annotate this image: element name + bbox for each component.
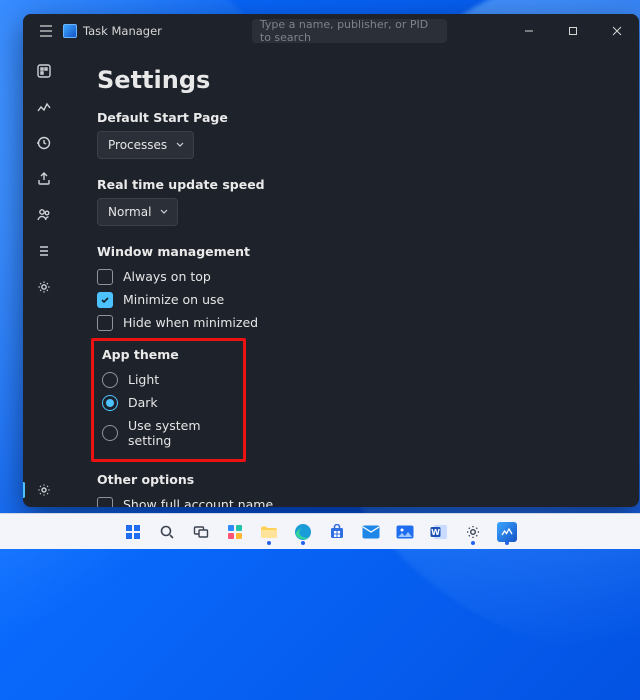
window-controls [507, 14, 639, 48]
checkbox-full-account[interactable]: Show full account name [97, 493, 611, 507]
checkbox-icon [97, 292, 113, 308]
checkbox-minimize-on-use[interactable]: Minimize on use [97, 288, 611, 311]
nav-details[interactable] [27, 234, 61, 268]
app-title: Task Manager [83, 24, 162, 38]
search-placeholder: Type a name, publisher, or PID to search [260, 18, 439, 44]
titlebar: Task Manager Type a name, publisher, or … [23, 14, 639, 48]
close-button[interactable] [595, 14, 639, 48]
taskbar-store[interactable] [322, 517, 352, 547]
minimize-button[interactable] [507, 14, 551, 48]
checkbox-always-on-top[interactable]: Always on top [97, 265, 611, 288]
page-title: Settings [97, 66, 611, 94]
radio-label: Light [128, 372, 159, 387]
label-app-theme: App theme [102, 347, 235, 362]
chevron-down-icon [159, 205, 169, 219]
maximize-button[interactable] [551, 14, 595, 48]
app-icon [63, 24, 77, 38]
radio-theme-system[interactable]: Use system setting [102, 414, 235, 451]
taskbar-task-view[interactable] [186, 517, 216, 547]
checkbox-icon [97, 497, 113, 508]
nav-processes[interactable] [27, 54, 61, 88]
dropdown-default-start[interactable]: Processes [97, 131, 194, 159]
radio-label: Use system setting [128, 418, 235, 448]
checkbox-icon [97, 269, 113, 285]
taskbar-mail[interactable] [356, 517, 386, 547]
widgets-icon [225, 522, 245, 542]
taskbar-photos[interactable] [390, 517, 420, 547]
mail-icon [361, 522, 381, 542]
taskbar-edge[interactable] [288, 517, 318, 547]
taskbar-widgets[interactable] [220, 517, 250, 547]
search-input[interactable]: Type a name, publisher, or PID to search [252, 19, 447, 43]
radio-icon [102, 372, 118, 388]
radio-icon [102, 425, 118, 441]
nav-performance[interactable] [27, 90, 61, 124]
explorer-icon [259, 522, 279, 542]
chevron-down-icon [175, 138, 185, 152]
task-view-icon [191, 522, 211, 542]
hamburger-menu-button[interactable] [31, 16, 61, 46]
checkbox-label: Show full account name [123, 497, 273, 507]
label-default-start: Default Start Page [97, 110, 611, 125]
annotation-highlight: App theme Light Dark Use system setting [91, 338, 246, 462]
label-window-mgmt: Window management [97, 244, 611, 259]
edge-icon [293, 522, 313, 542]
nav-users[interactable] [27, 198, 61, 232]
taskbar: W [0, 513, 640, 549]
nav-app-history[interactable] [27, 126, 61, 160]
checkbox-label: Minimize on use [123, 292, 224, 307]
label-update-speed: Real time update speed [97, 177, 611, 192]
label-other-options: Other options [97, 472, 611, 487]
taskbar-search[interactable] [152, 517, 182, 547]
radio-theme-light[interactable]: Light [102, 368, 235, 391]
taskbar-explorer[interactable] [254, 517, 284, 547]
taskbar-start[interactable] [118, 517, 148, 547]
nav-startup-apps[interactable] [27, 162, 61, 196]
dropdown-update-speed[interactable]: Normal [97, 198, 178, 226]
dropdown-value: Normal [108, 205, 151, 219]
taskbar-settings[interactable] [458, 517, 488, 547]
task-manager-window: Task Manager Type a name, publisher, or … [23, 14, 639, 507]
photos-icon [395, 522, 415, 542]
store-icon [327, 522, 347, 542]
search-icon [157, 522, 177, 542]
checkbox-icon [97, 315, 113, 331]
taskbar-word[interactable]: W [424, 517, 454, 547]
task-manager-icon [497, 522, 517, 542]
nav-settings[interactable] [27, 473, 61, 507]
nav-rail [23, 48, 65, 507]
dropdown-value: Processes [108, 138, 167, 152]
settings-content: Settings Default Start Page Processes Re… [65, 48, 639, 507]
taskbar-task-manager[interactable] [492, 517, 522, 547]
radio-icon [102, 395, 118, 411]
checkbox-label: Always on top [123, 269, 211, 284]
nav-services[interactable] [27, 270, 61, 304]
checkbox-hide-minimized[interactable]: Hide when minimized [97, 311, 611, 334]
radio-label: Dark [128, 395, 158, 410]
svg-text:W: W [431, 528, 440, 537]
checkbox-label: Hide when minimized [123, 315, 258, 330]
settings-icon [463, 522, 483, 542]
start-icon [123, 522, 143, 542]
radio-theme-dark[interactable]: Dark [102, 391, 235, 414]
word-icon: W [429, 522, 449, 542]
